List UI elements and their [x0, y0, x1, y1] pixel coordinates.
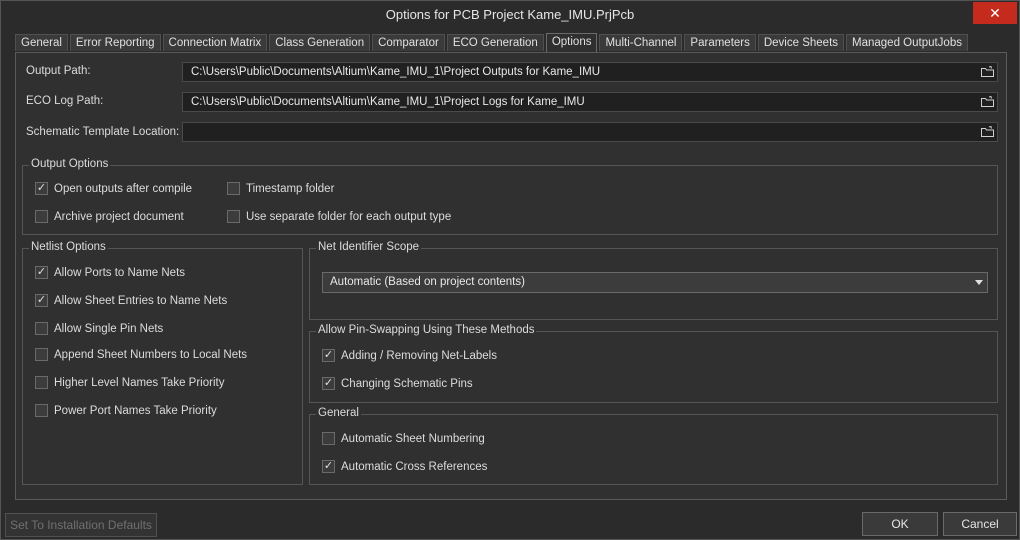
checkbox-box[interactable]: ✓ — [35, 294, 48, 307]
checkbox-label: Timestamp folder — [246, 182, 335, 195]
tab-general[interactable]: General — [15, 34, 68, 51]
pin-swapping-title: Allow Pin-Swapping Using These Methods — [316, 324, 537, 336]
tab-options[interactable]: Options — [545, 33, 598, 52]
checkbox-box[interactable]: ✓ — [35, 266, 48, 279]
tab-strip: General Error Reporting Connection Matri… — [15, 33, 970, 52]
checkbox-box[interactable] — [227, 210, 240, 223]
higher-level-names-checkbox[interactable]: Higher Level Names Take Priority — [35, 376, 224, 389]
close-button[interactable]: ✕ — [973, 2, 1017, 24]
open-outputs-checkbox[interactable]: ✓ Open outputs after compile — [35, 182, 192, 195]
checkbox-label: Allow Sheet Entries to Name Nets — [54, 294, 228, 307]
checkbox-box[interactable]: ✓ — [322, 460, 335, 473]
adding-removing-net-labels-checkbox[interactable]: ✓ Adding / Removing Net-Labels — [322, 349, 497, 362]
checkbox-box[interactable] — [35, 210, 48, 223]
tab-comparator[interactable]: Comparator — [372, 34, 445, 51]
browse-folder-icon[interactable] — [981, 66, 994, 77]
ok-button[interactable]: OK — [862, 512, 938, 536]
tab-device-sheets[interactable]: Device Sheets — [757, 34, 845, 51]
output-path-value: C:\Users\Public\Documents\Altium\Kame_IM… — [191, 66, 601, 78]
allow-sheet-entries-checkbox[interactable]: ✓ Allow Sheet Entries to Name Nets — [35, 294, 227, 307]
output-options-group: Output Options ✓ Open outputs after comp… — [22, 158, 998, 235]
changing-schematic-pins-checkbox[interactable]: ✓ Changing Schematic Pins — [322, 377, 473, 390]
checkbox-label: Power Port Names Take Priority — [54, 404, 217, 417]
options-panel: Output Path: C:\Users\Public\Documents\A… — [15, 52, 1007, 500]
separate-folder-checkbox[interactable]: Use separate folder for each output type — [227, 210, 451, 223]
checkbox-label: Adding / Removing Net-Labels — [341, 349, 497, 362]
checkbox-box[interactable] — [35, 322, 48, 335]
checkbox-label: Changing Schematic Pins — [341, 377, 473, 390]
eco-log-path-value: C:\Users\Public\Documents\Altium\Kame_IM… — [191, 96, 585, 108]
title-bar: Options for PCB Project Kame_IMU.PrjPcb … — [1, 1, 1019, 29]
browse-folder-icon[interactable] — [981, 96, 994, 107]
pin-swapping-group: Allow Pin-Swapping Using These Methods ✓… — [309, 324, 998, 403]
allow-ports-checkbox[interactable]: ✓ Allow Ports to Name Nets — [35, 266, 185, 279]
checkbox-box[interactable] — [227, 182, 240, 195]
tab-parameters[interactable]: Parameters — [684, 34, 756, 51]
checkbox-label: Archive project document — [54, 210, 184, 223]
chevron-down-icon — [975, 280, 983, 285]
schematic-template-field[interactable] — [182, 122, 998, 142]
netlist-options-group: Netlist Options ✓ Allow Ports to Name Ne… — [22, 241, 303, 485]
cancel-button[interactable]: Cancel — [943, 512, 1017, 536]
checkbox-label: Automatic Cross References — [341, 460, 488, 473]
checkbox-label: Append Sheet Numbers to Local Nets — [54, 348, 248, 361]
options-dialog: Options for PCB Project Kame_IMU.PrjPcb … — [0, 0, 1020, 540]
checkbox-box[interactable] — [322, 432, 335, 445]
tab-eco-generation[interactable]: ECO Generation — [446, 34, 544, 51]
browse-folder-icon[interactable] — [981, 126, 994, 137]
checkbox-box[interactable]: ✓ — [322, 377, 335, 390]
net-identifier-scope-group: Net Identifier Scope Automatic (Based on… — [309, 241, 998, 320]
checkbox-label: Allow Single Pin Nets — [54, 322, 164, 335]
checkbox-label: Allow Ports to Name Nets — [54, 266, 186, 279]
select-value: Automatic (Based on project contents) — [330, 276, 525, 288]
checkbox-label: Higher Level Names Take Priority — [54, 376, 225, 389]
set-to-defaults-button[interactable]: Set To Installation Defaults — [5, 513, 157, 537]
timestamp-folder-checkbox[interactable]: Timestamp folder — [227, 182, 334, 195]
checkbox-label: Use separate folder for each output type — [246, 210, 452, 223]
checkbox-label: Automatic Sheet Numbering — [341, 432, 485, 445]
general-title: General — [316, 407, 361, 419]
checkbox-box[interactable] — [35, 376, 48, 389]
output-path-label: Output Path: — [26, 65, 91, 77]
checkbox-box[interactable]: ✓ — [35, 182, 48, 195]
dialog-title: Options for PCB Project Kame_IMU.PrjPcb — [385, 7, 635, 22]
close-icon: ✕ — [989, 4, 1001, 21]
schematic-template-label: Schematic Template Location: — [26, 126, 180, 138]
checkbox-box[interactable]: ✓ — [322, 349, 335, 362]
general-group: General Automatic Sheet Numbering ✓ Auto… — [309, 407, 998, 485]
eco-log-path-label: ECO Log Path: — [26, 95, 104, 107]
checkbox-label: Open outputs after compile — [54, 182, 193, 195]
automatic-cross-references-checkbox[interactable]: ✓ Automatic Cross References — [322, 460, 487, 473]
net-identifier-scope-title: Net Identifier Scope — [316, 241, 422, 253]
tab-class-generation[interactable]: Class Generation — [269, 34, 371, 51]
checkbox-box[interactable] — [35, 404, 48, 417]
tab-connection-matrix[interactable]: Connection Matrix — [162, 34, 268, 51]
power-port-names-checkbox[interactable]: Power Port Names Take Priority — [35, 404, 217, 417]
tab-multi-channel[interactable]: Multi-Channel — [599, 34, 683, 51]
append-sheet-numbers-checkbox[interactable]: Append Sheet Numbers to Local Nets — [35, 348, 247, 361]
checkbox-box[interactable] — [35, 348, 48, 361]
tab-managed-outputjobs[interactable]: Managed OutputJobs — [846, 34, 968, 51]
archive-project-checkbox[interactable]: Archive project document — [35, 210, 184, 223]
tab-error-reporting[interactable]: Error Reporting — [69, 34, 161, 51]
allow-single-pin-checkbox[interactable]: Allow Single Pin Nets — [35, 322, 163, 335]
net-identifier-scope-select[interactable]: Automatic (Based on project contents) — [322, 272, 988, 293]
output-options-title: Output Options — [29, 158, 111, 170]
output-path-field[interactable]: C:\Users\Public\Documents\Altium\Kame_IM… — [182, 62, 998, 82]
automatic-sheet-numbering-checkbox[interactable]: Automatic Sheet Numbering — [322, 432, 485, 445]
netlist-options-title: Netlist Options — [29, 241, 108, 253]
eco-log-path-field[interactable]: C:\Users\Public\Documents\Altium\Kame_IM… — [182, 92, 998, 112]
